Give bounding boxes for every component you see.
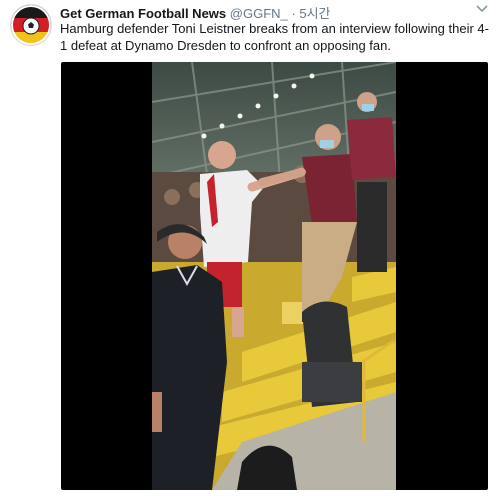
separator-dot: ·: [291, 6, 296, 21]
video-player[interactable]: [61, 62, 488, 490]
video-frame: [152, 62, 396, 490]
ggfn-logo-icon: [11, 5, 51, 45]
author-handle[interactable]: @GGFN_: [230, 6, 288, 21]
tweet-text: Hamburg defender Toni Leistner breaks fr…: [60, 21, 489, 53]
tweet-timestamp[interactable]: 5시간: [299, 6, 330, 21]
author-avatar[interactable]: [10, 4, 52, 46]
tweet-card[interactable]: Get German Football News @GGFN_ · 5시간 Ha…: [0, 0, 500, 496]
author-name[interactable]: Get German Football News: [60, 6, 226, 21]
chevron-down-icon[interactable]: [476, 4, 488, 14]
